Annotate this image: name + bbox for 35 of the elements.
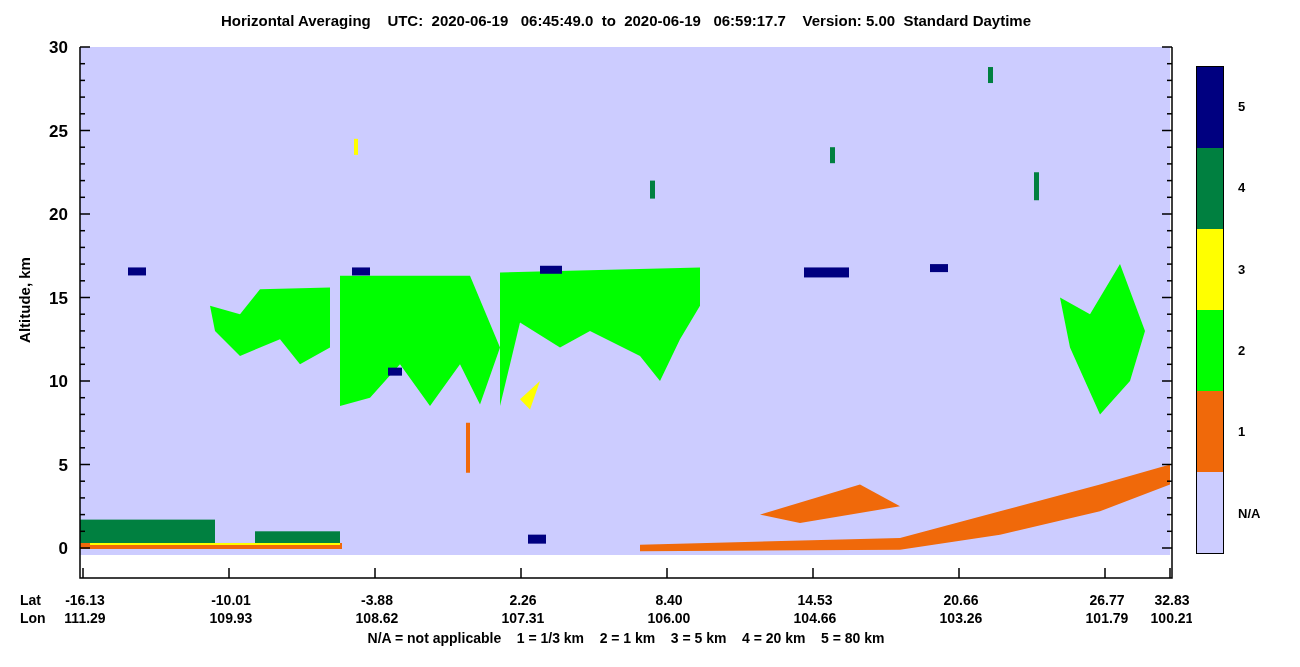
tick-label: 108.62 — [355, 610, 399, 626]
tick-label: 20.66 — [943, 592, 979, 608]
tick-label: 109.93 — [209, 610, 253, 626]
tick-label: 14.53 — [797, 592, 833, 608]
tick-label: 8.40 — [655, 592, 683, 608]
axis-label: Lon — [20, 610, 46, 626]
tick-label: 5 — [58, 455, 68, 475]
axis-title: Altitude, km — [16, 257, 33, 343]
tick-label: 26.77 — [1089, 592, 1125, 608]
colorbar-label: 2 — [1238, 343, 1246, 359]
colorbar-label: N/A — [1238, 505, 1261, 521]
colorbar-label: 1 — [1238, 424, 1246, 440]
tick-label: 101.79 — [1085, 610, 1129, 626]
tick-label: -3.88 — [361, 592, 393, 608]
colorbar-label: 3 — [1238, 261, 1246, 277]
tick-label: 106.00 — [647, 610, 691, 626]
tick-label: 30 — [49, 40, 68, 57]
tick-label: 20 — [49, 205, 68, 224]
axis-label: Lat — [20, 592, 41, 608]
tick-label: 25 — [49, 121, 68, 141]
colorbar-label: 5 — [1238, 99, 1246, 115]
tick-label: -16.13 — [65, 592, 105, 608]
tick-label: 107.31 — [501, 610, 545, 626]
tick-label: -10.01 — [211, 592, 251, 608]
tick-label: 0 — [58, 539, 68, 558]
tick-label: 15 — [49, 288, 68, 308]
legend-text: N/A = not applicable 1 = 1/3 km 2 = 1 km 3 = 5 km 4 = 20 km 5 = 80 km — [367, 630, 885, 646]
tick-label: 32.83 — [1154, 592, 1190, 608]
colorbar-label: 4 — [1238, 180, 1246, 196]
chart-title: Horizontal Averaging UTC: 2020-06-19 06:45:49.0 to 2020-06-19 06:59:17.7 Version: 5.00 Standard Daytime — [220, 11, 1032, 29]
tick-label: 10 — [49, 372, 68, 391]
tick-label: 2.26 — [509, 592, 537, 608]
tick-label: 104.66 — [793, 610, 837, 626]
tick-label: 103.26 — [939, 610, 983, 626]
tick-label: 111.29 — [64, 610, 106, 626]
